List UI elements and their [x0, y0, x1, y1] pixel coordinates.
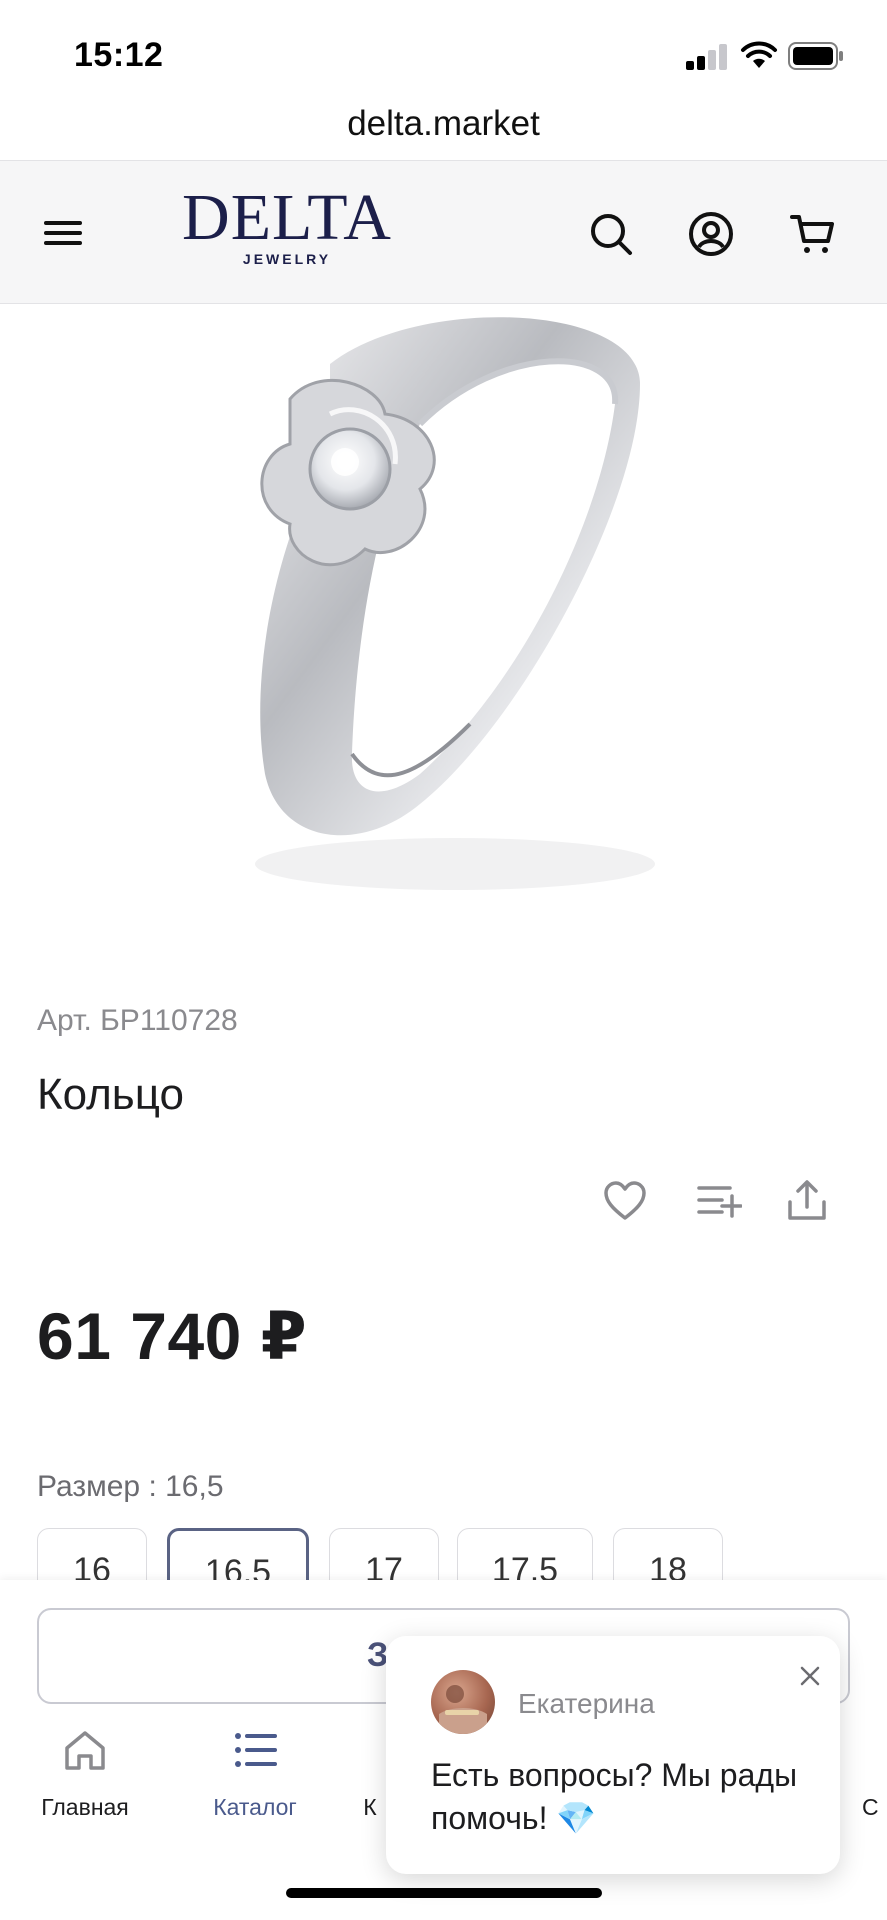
tab-home[interactable]: Главная [0, 1726, 170, 1821]
tab-partial-5[interactable]: С [862, 1726, 887, 1821]
search-icon[interactable] [588, 211, 634, 257]
status-bar: 15:12 [0, 0, 887, 110]
battery-icon [788, 42, 843, 70]
size-label: Размер : 16,5 [37, 1470, 224, 1503]
product-article: Арт. БР110728 [37, 1004, 238, 1037]
close-icon[interactable] [796, 1662, 824, 1690]
size-option[interactable]: 17 [329, 1528, 439, 1580]
menu-icon[interactable] [44, 215, 84, 251]
tab-catalog-label: Каталог [213, 1794, 297, 1820]
wifi-icon [741, 41, 777, 68]
tab-home-label: Главная [41, 1794, 129, 1820]
home-icon [65, 1731, 105, 1770]
chat-agent-name: Екатерина [518, 1688, 655, 1719]
ring-image [255, 317, 655, 890]
product-price: 61 740 ₽ [37, 1299, 308, 1373]
size-option-selected[interactable]: 16.5 [167, 1528, 309, 1580]
product-image[interactable] [0, 304, 887, 944]
size-option[interactable]: 17.5 [457, 1528, 593, 1580]
browser-url[interactable]: delta.market [0, 104, 887, 144]
cellular-signal-icon [686, 44, 730, 70]
tab-partial-5-label: С [862, 1794, 879, 1820]
add-to-list-icon[interactable] [696, 1178, 742, 1224]
site-logo[interactable]: DELTA JEWELRY [172, 181, 402, 268]
cart-icon[interactable] [790, 211, 836, 257]
chat-message: Есть вопросы? Мы рады помочь! 💎 [431, 1757, 798, 1836]
tab-catalog[interactable]: Каталог [170, 1726, 340, 1821]
product-name: Кольцо [37, 1070, 184, 1119]
size-option[interactable]: 16 [37, 1528, 147, 1580]
size-option[interactable]: 18 [613, 1528, 723, 1580]
list-icon [235, 1733, 277, 1767]
logo-main-text: DELTA [182, 181, 392, 254]
account-icon[interactable] [688, 211, 734, 257]
size-selector: 16 16.5 17 17.5 18 [37, 1528, 887, 1580]
share-icon[interactable] [784, 1178, 830, 1224]
avatar [431, 1670, 495, 1734]
site-header: DELTA JEWELRY [0, 160, 887, 304]
chat-popup[interactable]: Екатерина Есть вопросы? Мы рады помочь! … [386, 1636, 840, 1874]
status-time: 15:12 [74, 36, 164, 74]
heart-icon[interactable] [602, 1178, 648, 1224]
home-indicator[interactable] [286, 1888, 602, 1898]
